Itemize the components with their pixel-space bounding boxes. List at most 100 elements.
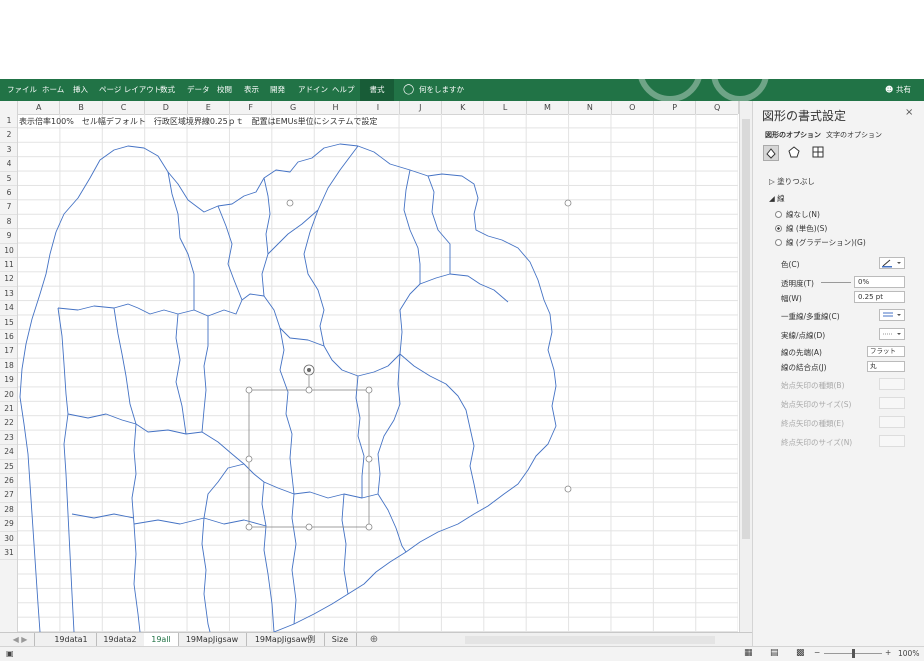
tab-data[interactable]: データ	[187, 79, 210, 101]
column-header-l[interactable]: L	[484, 101, 527, 114]
row-header-25[interactable]: 25	[0, 460, 17, 474]
horizontal-scrollbar[interactable]	[465, 636, 715, 644]
column-header-o[interactable]: O	[612, 101, 654, 114]
row-header-8[interactable]: 8	[0, 215, 17, 230]
row-header-13[interactable]: 13	[0, 287, 17, 302]
column-header-d[interactable]: D	[145, 101, 188, 114]
cap-type-dropdown[interactable]: フラット	[867, 346, 905, 357]
end-arrow-size-dropdown[interactable]	[879, 435, 905, 447]
row-header-19[interactable]: 19	[0, 373, 17, 388]
row-header-3[interactable]: 3	[0, 143, 17, 158]
row-header-11[interactable]: 11	[0, 258, 17, 273]
tab-home[interactable]: ホーム	[42, 79, 64, 101]
tab-text-options[interactable]: 文字のオプション	[826, 130, 882, 140]
row-header-28[interactable]: 28	[0, 503, 17, 518]
share-button[interactable]: 共有	[896, 79, 911, 101]
tab-formulas[interactable]: 数式	[160, 79, 175, 101]
row-header-21[interactable]: 21	[0, 402, 17, 417]
row-header-17[interactable]: 17	[0, 344, 17, 359]
tab-page-layout[interactable]: ページ レイアウト	[99, 79, 161, 101]
width-input[interactable]: 0.25 pt	[854, 291, 905, 303]
radio-gradient-line[interactable]: 線 (グラデーション)(G)	[775, 237, 866, 248]
sheet-tab-19mapjigsaw-example[interactable]: 19MapJigsaw例	[246, 633, 325, 646]
tab-review[interactable]: 校閲	[217, 79, 232, 101]
row-header-29[interactable]: 29	[0, 517, 17, 532]
dash-type-dropdown[interactable]	[879, 328, 905, 340]
column-header-b[interactable]: B	[60, 101, 103, 114]
worksheet-grid[interactable]: 表示倍率100% セル幅デフォルト 行政区域境界線0.25ｐｔ 配置はEMUs単…	[18, 114, 738, 632]
vertical-scroll-thumb[interactable]	[742, 119, 750, 539]
zoom-level[interactable]: 100%	[898, 649, 919, 658]
row-header-6[interactable]: 6	[0, 186, 17, 201]
row-header-15[interactable]: 15	[0, 316, 17, 330]
row-header-26[interactable]: 26	[0, 474, 17, 489]
row-header-18[interactable]: 18	[0, 359, 17, 374]
column-header-k[interactable]: K	[442, 101, 485, 114]
row-header-23[interactable]: 23	[0, 431, 17, 446]
row-header-30[interactable]: 30	[0, 532, 17, 546]
tab-insert[interactable]: 挿入	[73, 79, 88, 101]
column-header-h[interactable]: H	[315, 101, 358, 114]
join-type-dropdown[interactable]: 丸	[867, 361, 905, 372]
tab-shape-options[interactable]: 図形のオプション	[765, 130, 821, 140]
tab-help[interactable]: ヘルプ	[332, 79, 355, 101]
column-header-e[interactable]: E	[188, 101, 230, 114]
begin-arrow-size-dropdown[interactable]	[879, 397, 905, 409]
column-header-g[interactable]: G	[272, 101, 315, 114]
tab-view[interactable]: 表示	[244, 79, 259, 101]
sheet-tab-size[interactable]: Size	[324, 633, 357, 646]
macro-record-icon[interactable]: ▣	[6, 649, 14, 658]
vertical-scrollbar[interactable]	[739, 101, 752, 632]
transparency-slider[interactable]	[821, 282, 851, 283]
tab-developer[interactable]: 開発	[270, 79, 285, 101]
row-header-22[interactable]: 22	[0, 416, 17, 431]
row-header-1[interactable]: 1	[0, 114, 17, 129]
administrative-boundary-map[interactable]	[18, 114, 738, 632]
column-header-n[interactable]: N	[569, 101, 612, 114]
row-header-16[interactable]: 16	[0, 330, 17, 345]
tab-format[interactable]: 書式	[360, 79, 394, 101]
row-header-7[interactable]: 7	[0, 200, 17, 215]
sheet-tab-19mapjigsaw[interactable]: 19MapJigsaw	[178, 633, 247, 646]
column-header-j[interactable]: J	[400, 101, 442, 114]
transparency-input[interactable]: 0%	[854, 276, 905, 288]
row-header-2[interactable]: 2	[0, 128, 17, 143]
normal-view-icon[interactable]: ▦	[744, 648, 753, 658]
line-color-picker[interactable]	[879, 257, 905, 269]
cell-a1[interactable]: 表示倍率100% セル幅デフォルト 行政区域境界線0.25ｐｔ 配置はEMUs単…	[19, 115, 377, 128]
tab-file[interactable]: ファイル	[7, 79, 37, 101]
effects-icon[interactable]	[787, 145, 803, 161]
row-header-20[interactable]: 20	[0, 388, 17, 402]
add-sheet-button[interactable]: ⊕	[364, 633, 384, 646]
page-break-view-icon[interactable]: ▩	[796, 648, 805, 658]
sheet-tab-19data2[interactable]: 19data2	[96, 633, 145, 646]
zoom-slider-thumb[interactable]	[852, 649, 855, 658]
column-header-q[interactable]: Q	[696, 101, 739, 114]
sheet-nav-arrows[interactable]: ◀ ▶	[6, 633, 35, 646]
row-header-4[interactable]: 4	[0, 157, 17, 172]
sheet-tab-19data1[interactable]: 19data1	[46, 633, 97, 646]
section-line[interactable]: ◢ 線	[769, 193, 785, 204]
zoom-in-button[interactable]: +	[885, 648, 891, 657]
select-all-corner[interactable]	[0, 101, 18, 114]
zoom-out-button[interactable]: −	[814, 648, 820, 657]
column-header-c[interactable]: C	[103, 101, 146, 114]
tell-me-search[interactable]: 何をしますか	[419, 79, 464, 101]
close-pane-button[interactable]: ×	[905, 107, 913, 118]
row-header-14[interactable]: 14	[0, 301, 17, 316]
radio-no-line[interactable]: 線なし(N)	[775, 209, 820, 220]
row-header-27[interactable]: 27	[0, 488, 17, 503]
section-fill[interactable]: ▷ 塗りつぶし	[769, 176, 815, 187]
tab-addins[interactable]: アドイン	[298, 79, 328, 101]
row-header-31[interactable]: 31	[0, 546, 17, 561]
begin-arrow-type-dropdown[interactable]	[879, 378, 905, 390]
radio-solid-line[interactable]: 線 (単色)(S)	[775, 223, 827, 234]
row-header-12[interactable]: 12	[0, 272, 17, 287]
row-header-24[interactable]: 24	[0, 445, 17, 460]
column-header-i[interactable]: I	[357, 101, 400, 114]
column-header-p[interactable]: P	[654, 101, 697, 114]
page-layout-view-icon[interactable]: ▤	[770, 648, 779, 658]
row-header-5[interactable]: 5	[0, 172, 17, 186]
size-properties-icon[interactable]	[811, 145, 827, 161]
column-header-f[interactable]: F	[230, 101, 273, 114]
